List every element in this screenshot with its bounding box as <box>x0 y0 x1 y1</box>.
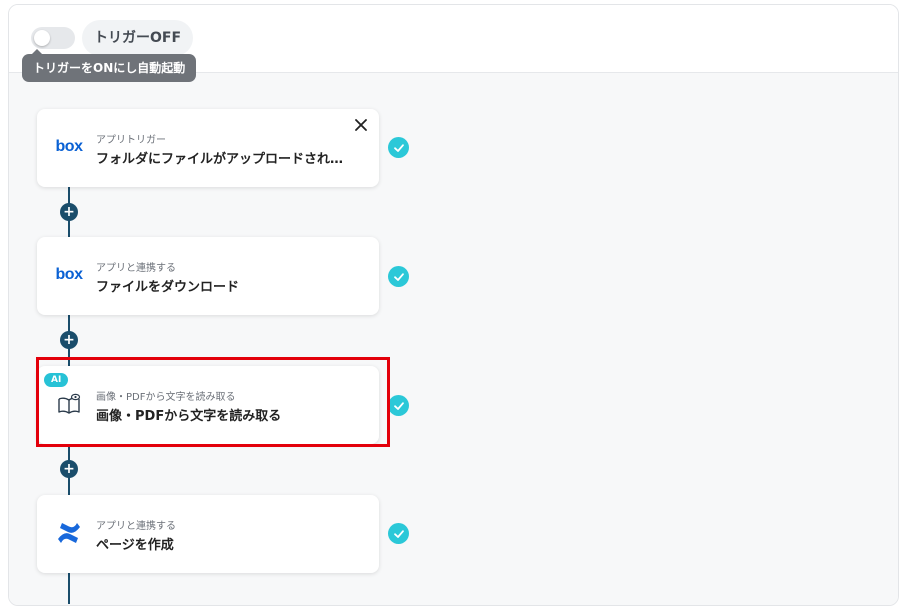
box-logo-icon: box <box>55 138 83 155</box>
step-subtitle: アプリトリガー <box>96 135 166 146</box>
step-card-confluence[interactable]: アプリと連携する ページを作成 <box>37 495 379 573</box>
step-card-box-trigger[interactable]: box アプリトリガー フォルダにファイルがアップロードされ… <box>37 109 379 187</box>
book-eye-icon <box>55 390 83 418</box>
toggle-knob <box>34 30 50 46</box>
ai-badge: AI <box>44 373 69 387</box>
add-step-button[interactable]: + <box>60 460 78 478</box>
step-card-ai-ocr[interactable]: AI 画像・PDFから文字を読み取る 画像・PDFから文字を読み取る <box>37 366 379 444</box>
step-subtitle: アプリと連携する <box>96 521 176 532</box>
step-complete-check-icon <box>388 523 409 544</box>
step-title: フォルダにファイルがアップロードされ… <box>96 152 344 167</box>
close-icon[interactable] <box>353 117 369 133</box>
step-title: ファイルをダウンロード <box>96 280 240 295</box>
step-title: 画像・PDFから文字を読み取る <box>96 409 282 424</box>
confluence-logo-icon <box>55 519 83 547</box>
trigger-tooltip: トリガーをONにし自動起動 <box>22 49 197 82</box>
step-subtitle: 画像・PDFから文字を読み取る <box>96 392 236 403</box>
step-complete-check-icon <box>388 266 409 287</box>
step-title: ページを作成 <box>96 538 174 553</box>
step-complete-check-icon <box>388 395 409 416</box>
step-subtitle: アプリと連携する <box>96 263 176 274</box>
add-step-button[interactable]: + <box>60 331 78 349</box>
add-step-button[interactable]: + <box>60 203 78 221</box>
box-logo-icon: box <box>55 266 83 283</box>
trigger-status-label: トリガーOFF <box>82 20 194 56</box>
step-card-box-download[interactable]: box アプリと連携する ファイルをダウンロード <box>37 237 379 315</box>
step-complete-check-icon <box>388 137 409 158</box>
trigger-toggle[interactable] <box>31 27 75 49</box>
